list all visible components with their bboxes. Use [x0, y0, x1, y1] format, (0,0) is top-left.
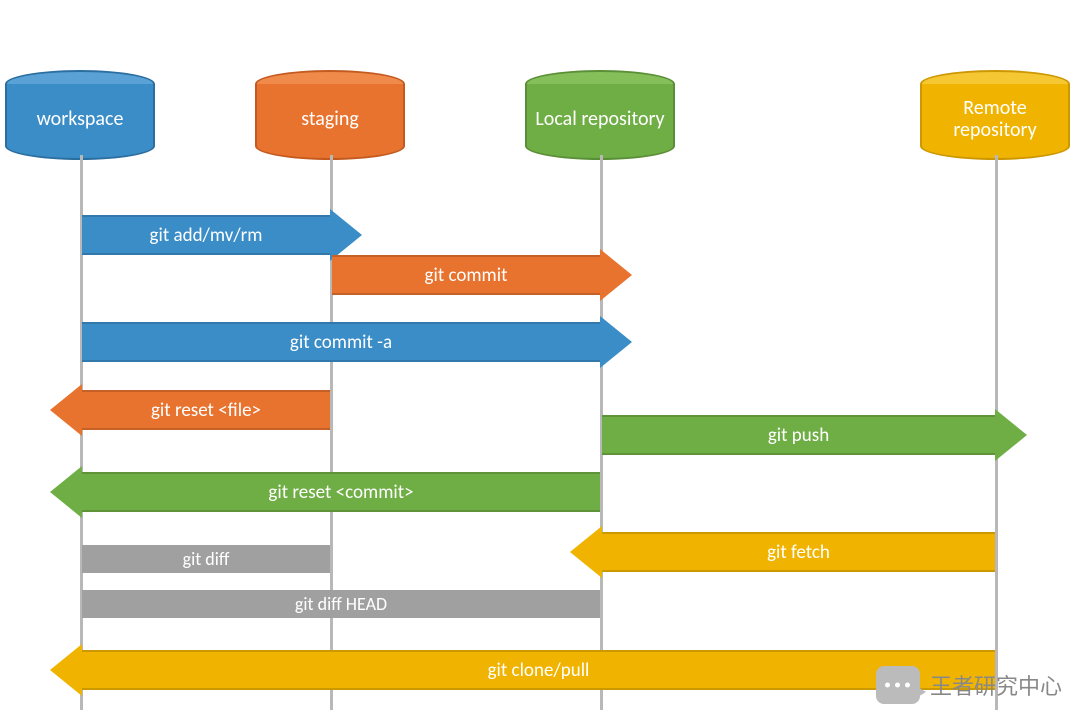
label-git-commit: git commit: [425, 264, 508, 287]
arrow-git-commit-a: git commit -a: [82, 322, 632, 362]
bar-git-diff: git diff: [82, 545, 330, 573]
watermark-text: 王者研究中心: [930, 669, 1062, 701]
arrow-git-fetch: git fetch: [570, 532, 995, 572]
cylinder-staging: staging: [255, 70, 405, 160]
arrow-git-clone-pull: git clone/pull: [50, 650, 995, 690]
label-git-reset-commit: git reset <commit>: [268, 481, 413, 504]
arrow-git-push: git push: [602, 415, 1027, 455]
label-local: Local repository: [535, 108, 664, 130]
arrow-git-reset-file: git reset <file>: [50, 390, 330, 430]
label-git-commit-a: git commit -a: [290, 331, 392, 354]
label-git-fetch: git fetch: [767, 541, 830, 564]
label-git-diff: git diff: [183, 548, 230, 570]
label-git-clone-pull: git clone/pull: [488, 659, 590, 682]
cylinder-remote-repo: Remote repository: [920, 70, 1070, 160]
cylinder-local-repo: Local repository: [525, 70, 675, 160]
label-git-reset-file: git reset <file>: [151, 399, 261, 422]
label-staging: staging: [301, 108, 359, 130]
arrow-git-commit: git commit: [332, 255, 632, 295]
git-flow-diagram: workspace staging Local repository Remot…: [0, 0, 1080, 722]
watermark: 王者研究中心: [876, 666, 1062, 704]
cylinder-workspace: workspace: [5, 70, 155, 160]
label-git-diff-head: git diff HEAD: [295, 593, 387, 615]
arrow-git-add: git add/mv/rm: [82, 215, 362, 255]
bar-git-diff-head: git diff HEAD: [82, 590, 600, 618]
label-remote: Remote repository: [930, 97, 1060, 141]
wechat-icon: [876, 666, 920, 704]
label-git-push: git push: [768, 424, 829, 447]
arrow-git-reset-commit: git reset <commit>: [50, 472, 600, 512]
label-workspace: workspace: [37, 108, 124, 130]
label-git-add: git add/mv/rm: [150, 224, 263, 247]
